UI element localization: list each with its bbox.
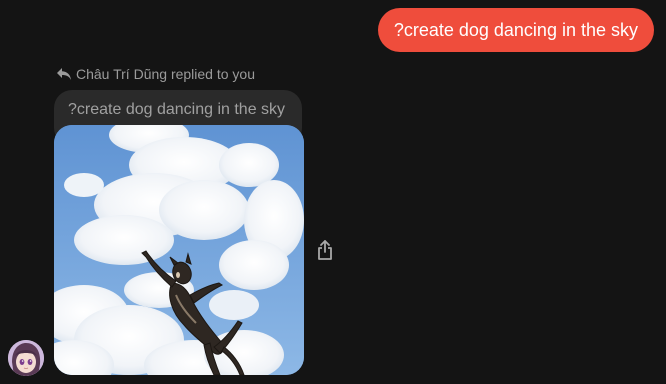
- reply-image[interactable]: [54, 125, 304, 375]
- quoted-message-text: ?create dog dancing in the sky: [68, 101, 286, 118]
- share-button[interactable]: [313, 237, 337, 263]
- avatar[interactable]: [8, 340, 44, 376]
- share-icon: [318, 240, 332, 260]
- reply-notice: Châu Trí Dũng replied to you: [56, 64, 255, 84]
- chat-thread: ?create dog dancing in the sky Châu Trí …: [0, 0, 666, 384]
- user-avatar-icon: [8, 340, 44, 376]
- dog-in-sky-illustration: [54, 125, 304, 375]
- outgoing-message-bubble[interactable]: ?create dog dancing in the sky: [377, 8, 654, 52]
- reply-notice-text: Châu Trí Dũng replied to you: [76, 66, 255, 82]
- reply-arrow-icon: [56, 67, 72, 81]
